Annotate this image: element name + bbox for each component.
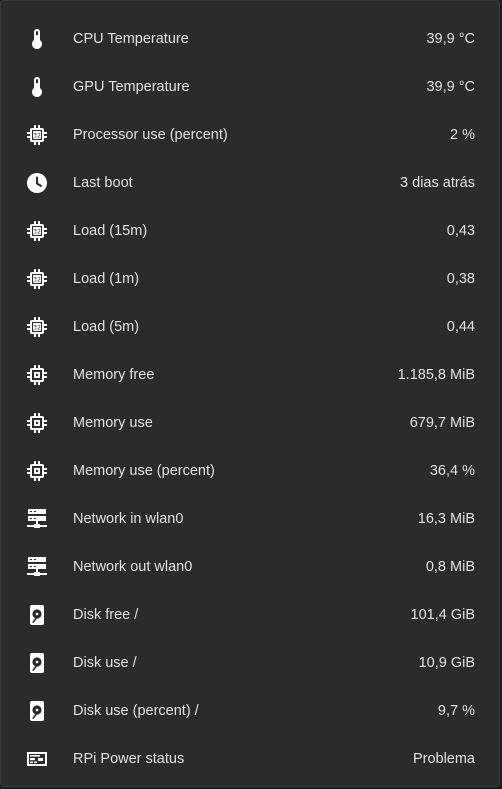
entity-row-network-out-wlan0[interactable]: Network out wlan0 0,8 MiB	[1, 543, 499, 591]
raspberry-pi-board-icon	[25, 747, 49, 771]
svg-text:32: 32	[33, 324, 41, 331]
entity-row-cpu-temperature[interactable]: CPU Temperature 39,9 °C	[1, 15, 499, 63]
entity-label: CPU Temperature	[73, 31, 189, 47]
entity-label: Disk use (percent) /	[73, 703, 199, 719]
entity-value: 101,4 GiB	[410, 607, 476, 623]
entity-value: 36,4 %	[429, 463, 475, 479]
entity-label: GPU Temperature	[73, 79, 190, 95]
entity-value: 679,7 MiB	[409, 415, 475, 431]
entity-label: Memory use (percent)	[73, 463, 215, 479]
entity-row-rpi-power-status[interactable]: RPi Power status Problema	[1, 735, 499, 783]
entity-label: Last boot	[73, 175, 133, 191]
entity-value: 3 dias atrás	[400, 175, 475, 191]
entity-row-gpu-temperature[interactable]: GPU Temperature 39,9 °C	[1, 63, 499, 111]
entity-row-disk-free[interactable]: Disk free / 101,4 GiB	[1, 591, 499, 639]
memory-icon	[25, 459, 49, 483]
entity-label: Disk free /	[73, 607, 139, 623]
thermometer-icon	[25, 75, 49, 99]
entity-label: Memory use	[73, 415, 153, 431]
memory-icon	[25, 363, 49, 387]
entity-label: Processor use (percent)	[73, 127, 228, 143]
entity-value: Problema	[412, 751, 475, 767]
server-network-icon	[25, 507, 49, 531]
entity-row-load-15m[interactable]: 32 Load (15m) 0,43	[1, 207, 499, 255]
entity-row-memory-free[interactable]: Memory free 1.185,8 MiB	[1, 351, 499, 399]
memory-icon	[25, 411, 49, 435]
cpu-icon: 32	[25, 267, 49, 291]
entity-row-load-5m[interactable]: 32 Load (5m) 0,44	[1, 303, 499, 351]
entity-value: 16,3 MiB	[417, 511, 475, 527]
entity-label: Memory free	[73, 367, 155, 383]
entity-row-memory-use[interactable]: Memory use 679,7 MiB	[1, 399, 499, 447]
entity-label: Load (1m)	[73, 271, 140, 287]
entity-value: 0,8 MiB	[425, 559, 475, 575]
cpu-icon: 32	[25, 123, 49, 147]
thermometer-icon	[25, 27, 49, 51]
entity-value: 0,44	[446, 319, 475, 335]
entity-value: 1.185,8 MiB	[397, 367, 475, 383]
harddisk-icon	[25, 699, 49, 723]
entity-row-last-boot[interactable]: Last boot 3 dias atrás	[1, 159, 499, 207]
entity-label: Load (15m)	[73, 223, 148, 239]
server-network-icon	[25, 555, 49, 579]
svg-text:32: 32	[33, 276, 41, 283]
entity-row-memory-use-percent[interactable]: Memory use (percent) 36,4 %	[1, 447, 499, 495]
entity-label: Network in wlan0	[73, 511, 184, 527]
entity-value: 39,9 °C	[426, 31, 475, 47]
entity-label: RPi Power status	[73, 751, 185, 767]
clock-icon	[25, 171, 49, 195]
harddisk-icon	[25, 603, 49, 627]
entity-row-disk-use[interactable]: Disk use / 10,9 GiB	[1, 639, 499, 687]
svg-text:32: 32	[33, 228, 41, 235]
entities-card: CPU Temperature 39,9 °C GPU Temperature …	[0, 0, 500, 787]
entity-label: Network out wlan0	[73, 559, 193, 575]
entity-label: Disk use /	[73, 655, 137, 671]
entity-row-load-1m[interactable]: 32 Load (1m) 0,38	[1, 255, 499, 303]
entity-label: Load (5m)	[73, 319, 140, 335]
harddisk-icon	[25, 651, 49, 675]
entity-row-disk-use-percent[interactable]: Disk use (percent) / 9,7 %	[1, 687, 499, 735]
svg-text:32: 32	[33, 132, 41, 139]
entity-value: 39,9 °C	[426, 79, 475, 95]
entity-value: 0,43	[446, 223, 475, 239]
entity-value: 2 %	[450, 127, 475, 143]
entity-value: 10,9 GiB	[418, 655, 475, 671]
entity-row-processor-use[interactable]: 32 Processor use (percent) 2 %	[1, 111, 499, 159]
cpu-icon: 32	[25, 315, 49, 339]
entity-row-network-in-wlan0[interactable]: Network in wlan0 16,3 MiB	[1, 495, 499, 543]
entity-value: 0,38	[446, 271, 475, 287]
entity-value: 9,7 %	[437, 703, 475, 719]
cpu-icon: 32	[25, 219, 49, 243]
